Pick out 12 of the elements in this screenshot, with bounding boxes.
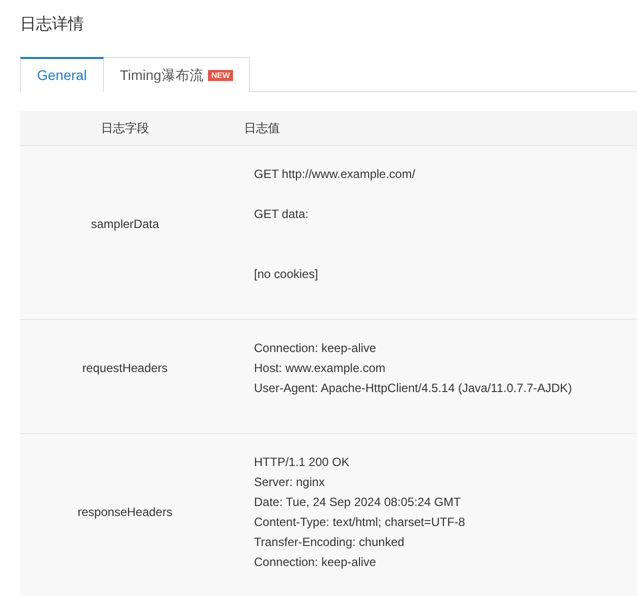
field-name: requestHeaders [82, 360, 168, 377]
field-value: GET http://www.example.com/ GET data: [no cookies] [253, 166, 416, 283]
field-name: samplerData [90, 216, 160, 233]
column-header: 日志字段 [100, 120, 150, 137]
tab[interactable]: General [20, 57, 104, 92]
field-name: responseHeaders [78, 504, 172, 521]
tab[interactable]: Timing瀑布流 NEW [104, 57, 250, 92]
field-value: Connection: keep-alive Host: www.example.com User-Agent: Apache-HttpClient/4.5.14 (Java/11.0.7.7-AJDK) [253, 340, 572, 397]
page-title: 日志详情 [20, 14, 85, 35]
field-value: HTTP/1.1 200 OK Server: nginx Date: Tue, 24 Sep 2024 08:05:24 GMT Content-Type: text/html; charset=UTF-8 Transfer-Encoding: chunked Connection: keep-alive [253, 454, 466, 571]
new-badge: NEW [208, 70, 233, 80]
column-header: 日志值 [243, 120, 280, 137]
